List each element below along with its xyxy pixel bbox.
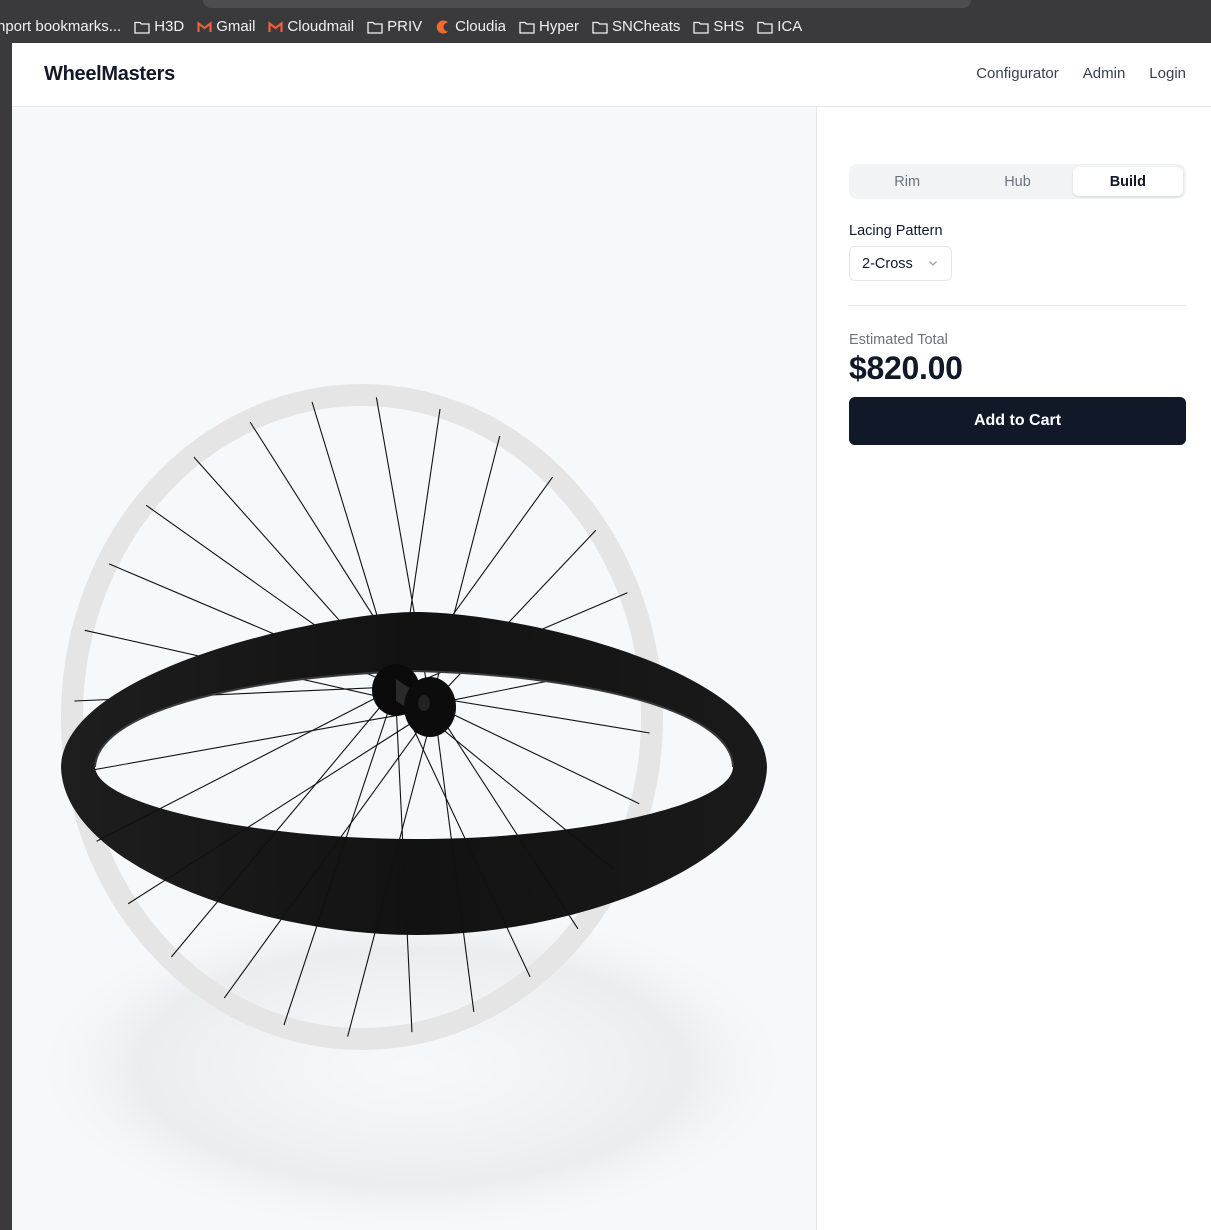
wheel-render <box>22 384 802 1230</box>
nav-configurator[interactable]: Configurator <box>976 65 1059 82</box>
bookmark-ica[interactable]: ICA <box>757 18 802 35</box>
bookmark-shs[interactable]: SHS <box>693 18 744 35</box>
bookmark-sncheats[interactable]: SNCheats <box>592 18 680 35</box>
folder-icon <box>592 21 608 34</box>
gmail-icon <box>268 20 284 32</box>
tab-rim[interactable]: Rim <box>852 167 962 196</box>
folder-icon <box>519 21 535 34</box>
folder-icon <box>134 21 150 34</box>
bookmark-label: SHS <box>713 18 745 35</box>
bookmarks-bar: nport bookmarks... H3D Gmail Cloudmail P… <box>0 10 1211 43</box>
config-panel: Rim Hub Build Lacing Pattern 2-Cross Est… <box>849 164 1186 445</box>
nav-links: Configurator Admin Login <box>976 65 1186 82</box>
wheel-3d-viewer[interactable] <box>12 107 817 1230</box>
bookmark-label: Gmail <box>216 18 256 35</box>
floor-shadow <box>22 897 802 1230</box>
bookmark-label: ICA <box>777 18 803 35</box>
bookmark-label: H3D <box>154 18 185 35</box>
lacing-pattern-label: Lacing Pattern <box>849 223 943 239</box>
bookmark-priv[interactable]: PRIV <box>367 18 422 35</box>
address-bar[interactable] <box>203 0 971 8</box>
bookmark-gmail[interactable]: Gmail <box>197 18 255 35</box>
brand-logo[interactable]: WheelMasters <box>44 63 175 86</box>
lacing-pattern-value: 2-Cross <box>862 255 913 272</box>
lacing-pattern-select[interactable]: 2-Cross <box>849 246 952 281</box>
hub <box>372 664 456 737</box>
bookmark-h3d[interactable]: H3D <box>134 18 184 35</box>
bookmark-hyper[interactable]: Hyper <box>519 18 579 35</box>
estimated-total-value: $820.00 <box>849 350 963 386</box>
chevron-down-icon <box>929 261 937 266</box>
folder-icon <box>367 21 383 34</box>
config-tabs: Rim Hub Build <box>849 164 1186 199</box>
divider <box>849 305 1186 306</box>
bookmark-label: nport bookmarks... <box>0 18 122 35</box>
nav-admin[interactable]: Admin <box>1083 65 1126 82</box>
nav-login[interactable]: Login <box>1149 65 1186 82</box>
bookmark-label: SNCheats <box>612 18 681 35</box>
bookmark-label: Hyper <box>539 18 580 35</box>
bookmark-cloudia[interactable]: Cloudia <box>435 18 506 35</box>
bookmark-label: Cloudia <box>455 18 506 35</box>
bookmark-import[interactable]: nport bookmarks... <box>0 18 121 35</box>
bookmark-label: Cloudmail <box>287 18 355 35</box>
spoke <box>439 707 640 805</box>
folder-icon <box>693 21 710 34</box>
add-to-cart-button[interactable]: Add to Cart <box>849 397 1186 445</box>
bookmark-cloudmail[interactable]: Cloudmail <box>268 18 354 35</box>
bookmark-label: PRIV <box>387 18 423 35</box>
folder-icon <box>757 21 773 34</box>
gmail-icon <box>197 20 212 32</box>
top-navbar: WheelMasters Configurator Admin Login <box>12 43 1211 107</box>
tab-hub[interactable]: Hub <box>962 167 1072 196</box>
spokes <box>74 397 650 774</box>
app-page: WheelMasters Configurator Admin Login Ri… <box>12 43 1211 1230</box>
cloudia-icon <box>436 20 449 33</box>
rim-band <box>61 612 767 935</box>
estimated-total-label: Estimated Total <box>849 332 948 348</box>
tab-build[interactable]: Build <box>1072 167 1183 196</box>
